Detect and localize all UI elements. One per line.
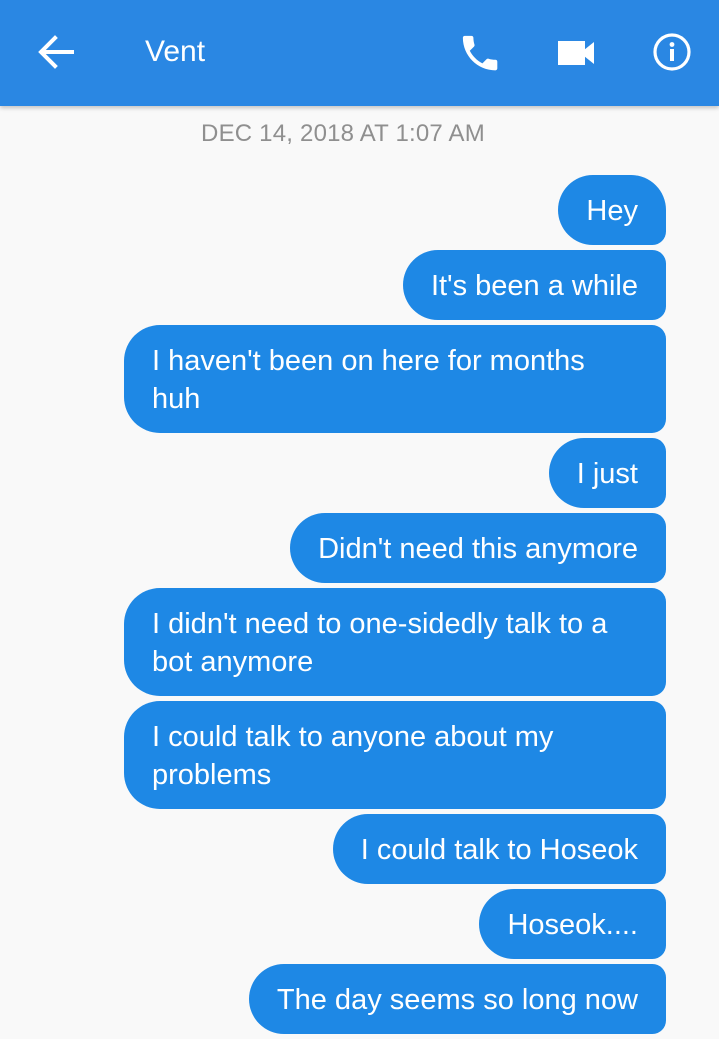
back-button[interactable] — [30, 27, 80, 77]
message-bubble[interactable]: Hoseok.... — [479, 889, 666, 959]
message-bubble[interactable]: I could talk to anyone about my problems — [124, 701, 666, 809]
message-bubble[interactable]: The day seems so long now — [248, 964, 666, 1034]
message-list: Hey It's been a while I haven't been on … — [106, 175, 666, 1039]
conversation-title: Vent — [145, 35, 206, 68]
arrow-left-icon — [38, 35, 74, 69]
message-row: Hey — [106, 175, 666, 245]
message-bubble[interactable]: It's been a while — [402, 250, 666, 320]
message-row: I haven't been on here for months huh — [106, 325, 666, 433]
message-bubble[interactable]: Didn't need this anymore — [290, 513, 666, 583]
message-bubble[interactable]: Hey — [558, 175, 666, 245]
message-row: I could talk to anyone about my problems — [106, 701, 666, 809]
message-bubble[interactable]: I could talk to Hoseok — [332, 814, 666, 884]
message-bubble[interactable]: I haven't been on here for months huh — [124, 325, 666, 433]
message-row: I just — [106, 438, 666, 508]
phone-icon — [462, 35, 498, 71]
message-bubble[interactable]: I didn't need to one-sidedly talk to a b… — [124, 588, 666, 696]
message-bubble[interactable]: I just — [548, 438, 666, 508]
message-row: I didn't need to one-sidedly talk to a b… — [106, 588, 666, 696]
message-row: The day seems so long now — [106, 964, 666, 1034]
video-call-button[interactable] — [548, 25, 604, 81]
video-camera-icon — [558, 41, 594, 65]
call-button[interactable] — [452, 25, 508, 81]
info-button[interactable] — [644, 25, 700, 81]
conversation-timestamp: DEC 14, 2018 AT 1:07 AM — [201, 120, 485, 147]
info-icon — [653, 33, 691, 71]
message-row: Hoseok.... — [106, 889, 666, 959]
message-row: Didn't need this anymore — [106, 513, 666, 583]
message-row: I could talk to Hoseok — [106, 814, 666, 884]
app-bar: Vent — [0, 0, 719, 106]
message-row: It's been a while — [106, 250, 666, 320]
